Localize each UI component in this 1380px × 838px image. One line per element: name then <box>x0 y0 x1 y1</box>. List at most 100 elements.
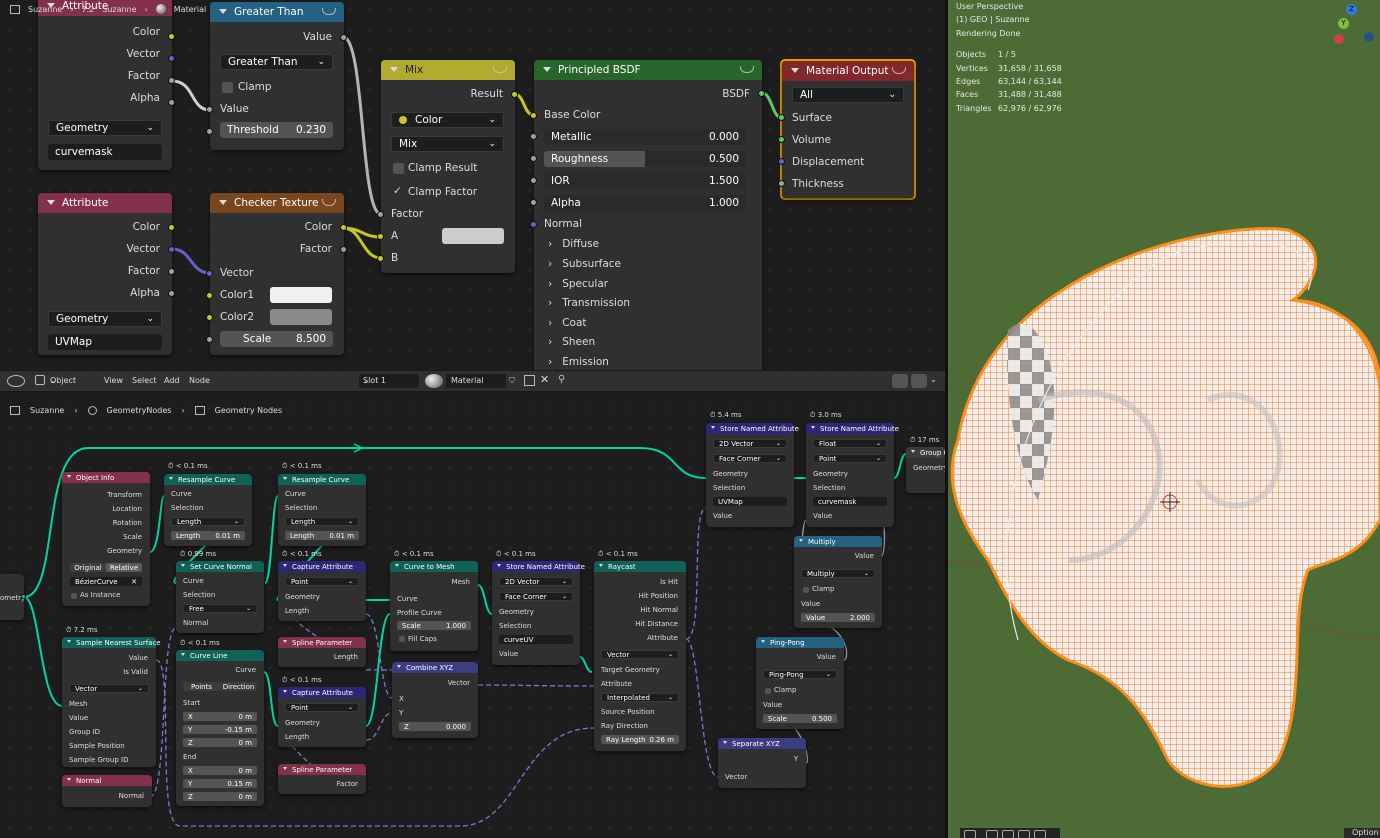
menu-view[interactable]: View <box>104 376 123 385</box>
scale-field[interactable]: Scale 8.500 <box>220 331 333 347</box>
axis-neg-z[interactable] <box>1364 32 1374 42</box>
domain-dropdown[interactable]: Point <box>285 577 359 586</box>
socket[interactable] <box>340 246 347 253</box>
object-info-node[interactable]: Object Info Transform Location Rotation … <box>62 472 150 606</box>
socket[interactable] <box>530 177 537 184</box>
socket[interactable] <box>778 136 785 143</box>
attribute-name-field[interactable]: UVMap <box>48 334 162 350</box>
normal-node[interactable]: Normal Normal <box>62 775 152 807</box>
slot-dropdown[interactable]: Slot 1 ⌄ <box>359 374 419 388</box>
socket[interactable] <box>206 128 213 135</box>
panel-emission[interactable]: › Emission <box>548 356 609 368</box>
curve-to-mesh-node[interactable]: Curve to Mesh Mesh Curve Profile Curve S… <box>390 561 478 651</box>
domain-dropdown[interactable]: Face Corner <box>713 454 787 463</box>
length-field[interactable]: Length 0.01 m <box>171 531 245 540</box>
tab-points[interactable]: Points <box>183 682 220 691</box>
socket[interactable] <box>168 246 175 253</box>
gizmo-icon[interactable] <box>911 374 927 388</box>
spline-parameter-node-1[interactable]: Spline Parameter Length <box>278 637 366 667</box>
socket[interactable] <box>206 292 213 299</box>
socket[interactable] <box>377 211 384 218</box>
data-type-dropdown[interactable]: 2D Vector <box>499 577 573 586</box>
multiply-node[interactable]: Multiply Value Multiply Clamp Value Valu… <box>794 536 882 628</box>
navigation-gizmo[interactable]: Z Y <box>1334 2 1380 50</box>
socket[interactable] <box>168 55 175 62</box>
color-swatch[interactable] <box>442 228 504 244</box>
socket[interactable] <box>530 221 537 228</box>
name-field[interactable]: UVMap <box>713 497 787 506</box>
socket[interactable] <box>168 224 175 231</box>
separate-xyz-node[interactable]: Separate XYZ Y Vector <box>718 738 806 788</box>
domain-dropdown[interactable]: Point <box>285 703 359 712</box>
ray-length-field[interactable]: Ray Length 0.26 m <box>601 735 679 744</box>
clamp-checkbox[interactable] <box>765 688 771 694</box>
mode-icon[interactable] <box>1002 830 1014 838</box>
socket[interactable] <box>340 224 347 231</box>
end-z-field[interactable]: Z0 m <box>183 792 257 801</box>
axis-y[interactable]: Y <box>1338 18 1349 29</box>
spline-parameter-node-2[interactable]: Spline Parameter Factor <box>278 764 366 794</box>
socket[interactable] <box>778 180 785 187</box>
start-x-field[interactable]: X0 m <box>183 712 257 721</box>
mix-node[interactable]: Mix Result Color Mix Clamp Result ✓ Clam… <box>381 60 515 273</box>
color1-swatch[interactable] <box>270 287 332 303</box>
operation-dropdown[interactable]: Multiply <box>801 569 875 578</box>
name-field[interactable]: curveUV <box>499 635 573 644</box>
socket[interactable] <box>530 199 537 206</box>
fill-caps-checkbox[interactable] <box>399 636 405 642</box>
menu-select[interactable]: Select <box>132 376 157 385</box>
resample-curve-node-1[interactable]: Resample Curve Curve Selection Length Le… <box>164 474 252 546</box>
end-y-field[interactable]: Y 0.15 m <box>183 779 257 788</box>
chevron-down-icon[interactable]: ⌄ <box>930 375 937 384</box>
math-operation-dropdown[interactable]: Greater Than <box>220 54 333 70</box>
socket[interactable] <box>778 114 785 121</box>
socket[interactable] <box>340 34 347 41</box>
socket[interactable] <box>511 91 518 98</box>
clamp-checkbox[interactable] <box>222 82 233 93</box>
interpolation-dropdown[interactable]: Interpolated <box>601 693 679 702</box>
checker-texture-node[interactable]: Checker Texture Color Factor Vector Colo… <box>210 193 344 355</box>
menu-node[interactable]: Node <box>189 376 210 385</box>
domain-dropdown[interactable]: Face Corner <box>499 592 573 601</box>
operation-dropdown[interactable]: Ping-Pong <box>763 670 837 679</box>
geometry-node-editor[interactable]: ometry Object Info Transform Location Ro… <box>0 398 945 838</box>
attribute-node-1[interactable]: Attribute Color Vector Factor Alpha Geom… <box>38 0 172 170</box>
target-dropdown[interactable]: All <box>792 87 904 103</box>
capture-attribute-node-1[interactable]: Capture Attribute Point Geometry Length <box>278 561 366 621</box>
store-named-attribute-node-3[interactable]: Store Named Attribute Float Point Geomet… <box>806 423 899 527</box>
socket[interactable] <box>168 290 175 297</box>
socket[interactable] <box>530 133 537 140</box>
data-type-dropdown[interactable]: Float <box>813 439 887 448</box>
socket[interactable] <box>168 77 175 84</box>
clamp-checkbox[interactable] <box>803 587 809 593</box>
socket[interactable] <box>206 270 213 277</box>
socket[interactable] <box>21 594 26 599</box>
tab-original[interactable]: Original <box>70 563 106 572</box>
3d-viewport[interactable]: User Perspective (1) GEO | Suzanne Rende… <box>948 0 1380 838</box>
attribute-node-2[interactable]: Attribute Color Vector Factor Alpha Geom… <box>38 193 172 355</box>
attribute-name-field[interactable]: curvemask <box>48 144 162 160</box>
axis-z[interactable]: Z <box>1346 4 1357 15</box>
sample-nearest-surface-node[interactable]: Sample Nearest Surface Value Is Valid Ve… <box>62 637 161 767</box>
tab-direction[interactable]: Direction <box>220 682 257 691</box>
clamp-result-checkbox[interactable] <box>393 163 404 174</box>
curve-line-node[interactable]: Curve Line Curve Points Direction Start … <box>176 650 264 806</box>
overlay-icon[interactable] <box>892 374 908 388</box>
material-output-node[interactable]: Material Output All Surface Volume Displ… <box>782 61 914 198</box>
threshold-field[interactable]: Threshold 0.230 <box>220 122 333 138</box>
data-type-dropdown[interactable]: Color <box>391 112 504 128</box>
panel-specular[interactable]: › Specular <box>548 278 608 290</box>
mode-dropdown[interactable]: Object ⌄ <box>50 376 76 385</box>
end-x-field[interactable]: X0 m <box>183 766 257 775</box>
domain-dropdown[interactable]: Point <box>813 454 887 463</box>
value-field[interactable]: Value 2.000 <box>801 613 875 622</box>
socket[interactable] <box>530 112 537 119</box>
metallic-field[interactable]: Metallic 0.000 <box>544 129 746 145</box>
store-named-attribute-node-2[interactable]: Store Named Attribute 2D Vector Face Cor… <box>706 423 799 527</box>
socket[interactable] <box>206 106 213 113</box>
shader-editor[interactable]: Attribute Color Vector Factor Alpha Geom… <box>0 0 945 370</box>
material-browse-icon[interactable] <box>425 374 443 388</box>
principled-bsdf-node[interactable]: Principled BSDF BSDF Base Color Metallic… <box>534 60 762 370</box>
editor-type-icon[interactable] <box>7 375 25 387</box>
panel-diffuse[interactable]: › Diffuse <box>548 238 599 250</box>
